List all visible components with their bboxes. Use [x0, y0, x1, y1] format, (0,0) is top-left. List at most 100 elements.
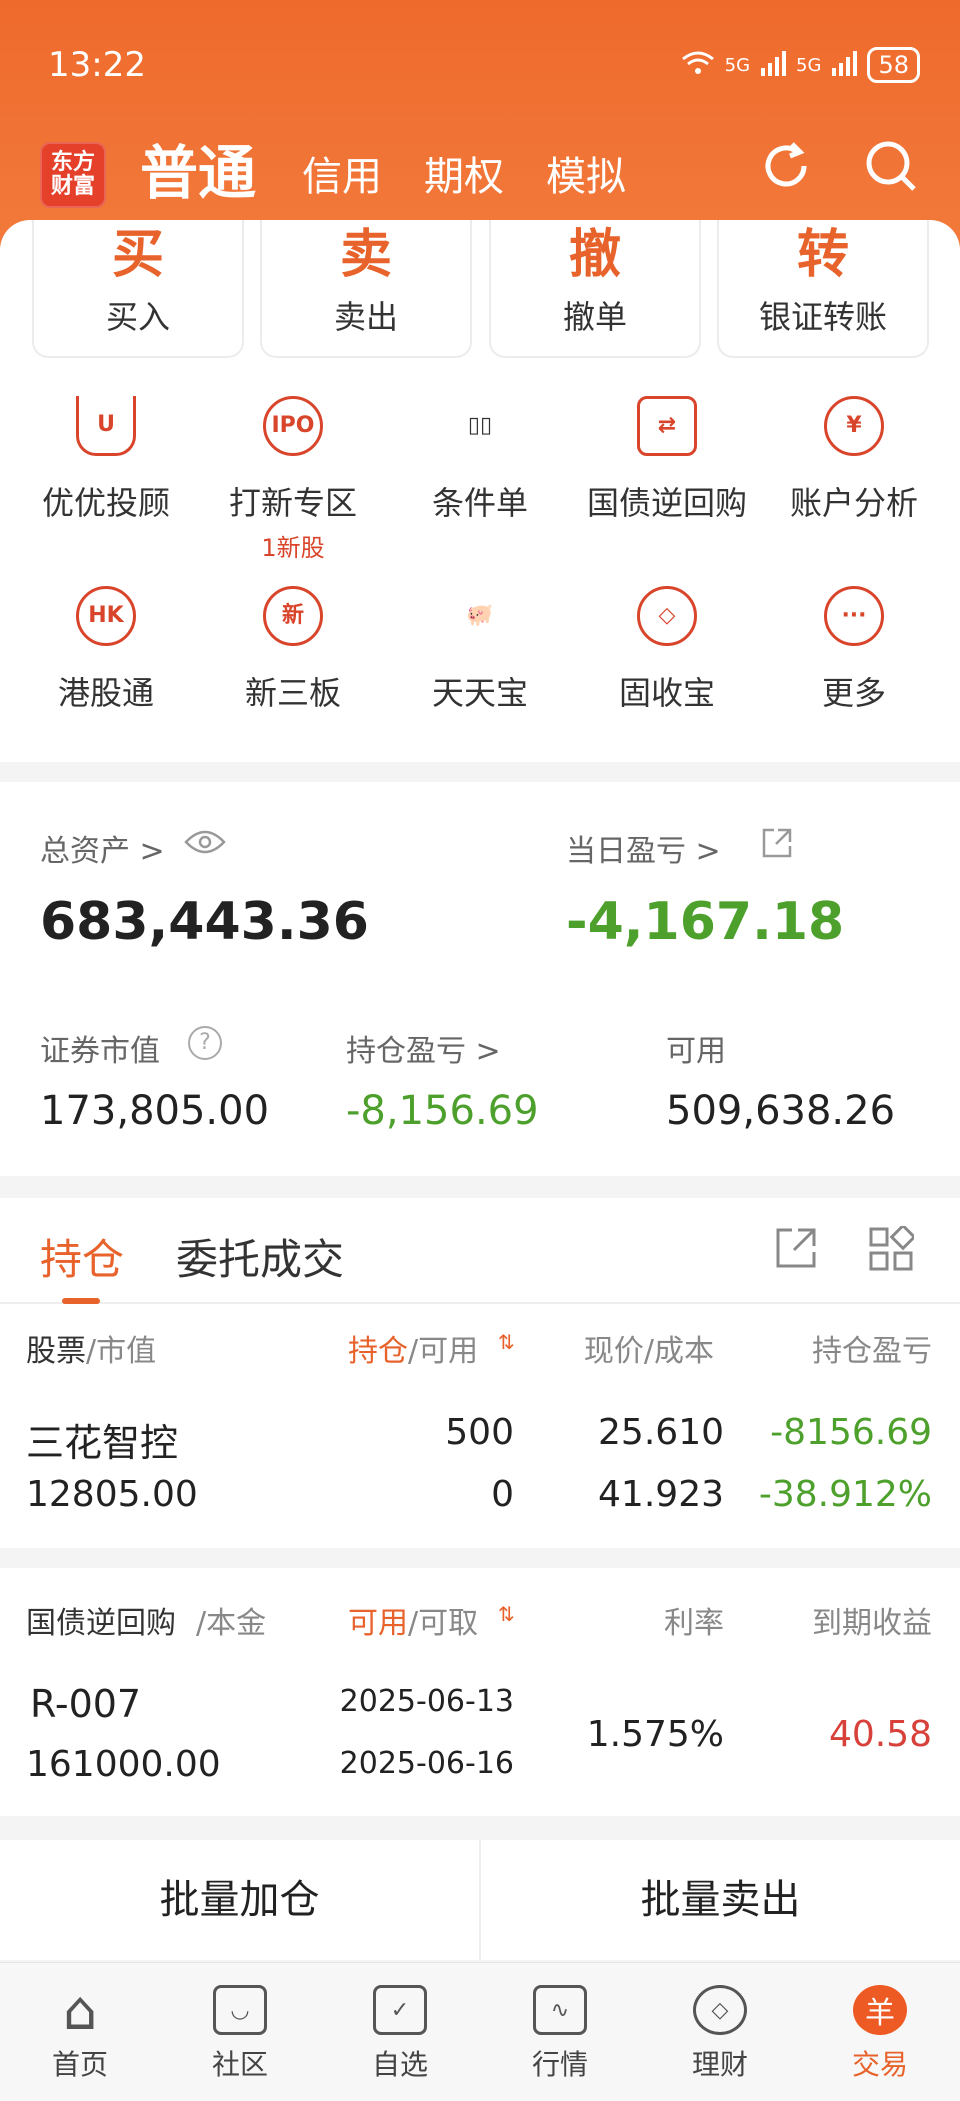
- stock-position: 500: [445, 1412, 514, 1453]
- nav-label: 行情: [531, 2048, 588, 2081]
- search-icon[interactable]: [862, 137, 920, 199]
- repo-code: R-007: [30, 1682, 142, 1726]
- header-repo-available[interactable]: 可用: [348, 1598, 408, 1642]
- sell-glyph: 卖: [339, 225, 392, 285]
- header-available[interactable]: /可用: [408, 1326, 478, 1370]
- market-value: 173,805.00: [40, 1088, 270, 1134]
- nav-market[interactable]: ∿ 行情: [480, 1963, 640, 2101]
- nav-label: 理财: [691, 2048, 748, 2081]
- grid-item-tiantianbao[interactable]: 🐖 天天宝: [385, 586, 575, 714]
- new-board-icon: 新: [263, 586, 323, 646]
- tab-normal[interactable]: 普通: [140, 138, 256, 208]
- bank-transfer-button[interactable]: 转 银证转账: [717, 220, 929, 358]
- cancel-glyph: 撤: [568, 225, 621, 285]
- grid-label: 账户分析: [789, 484, 918, 522]
- nav-wealth[interactable]: ◇ 理财: [640, 1963, 800, 2101]
- signal-icon-2: [831, 50, 858, 81]
- bottom-nav: ⌂ 首页 ◡ 社区 ✓ 自选 ∿ 行情 ◇ 理财 羊 交易: [0, 1962, 960, 2101]
- diamond-icon: ◇: [693, 1985, 747, 2035]
- header-actions: [758, 128, 920, 208]
- header-stock: 股票: [26, 1334, 86, 1369]
- app-logo[interactable]: 东方 财富: [40, 142, 106, 208]
- header-repo: 国债逆回购: [26, 1606, 176, 1641]
- ipo-icon: IPO: [263, 396, 323, 456]
- status-bar: 13:22 5G 5G 58: [48, 40, 920, 90]
- stock-cost: 41.923: [598, 1474, 724, 1515]
- buy-button[interactable]: 买 买入: [32, 220, 244, 358]
- tab-options[interactable]: 期权: [424, 146, 504, 208]
- grid-item-advisor[interactable]: U 优优投顾: [11, 396, 201, 524]
- cancel-label: 撤单: [562, 298, 627, 336]
- header-principal: /本金: [196, 1606, 267, 1641]
- export-icon[interactable]: [774, 1226, 818, 1274]
- sort-icon[interactable]: ⇅: [498, 1602, 515, 1626]
- status-time: 13:22: [48, 45, 146, 85]
- repo-rate: 1.575%: [586, 1714, 724, 1755]
- grid-label: 固收宝: [618, 674, 715, 712]
- header-position[interactable]: 持仓: [348, 1326, 408, 1370]
- grid-item-account-analysis[interactable]: ¥ 账户分析: [759, 396, 949, 524]
- transfer-label: 银证转账: [758, 298, 887, 336]
- grid-label: 更多: [821, 674, 886, 712]
- sell-button[interactable]: 卖 卖出: [260, 220, 472, 358]
- header-withdrawable[interactable]: /可取: [408, 1598, 478, 1642]
- battery-icon: 58: [867, 47, 920, 83]
- daily-pl-label[interactable]: 当日盈亏 >: [566, 826, 721, 870]
- eye-icon[interactable]: [184, 828, 226, 860]
- available-value: 509,638.26: [666, 1088, 896, 1134]
- total-assets-label[interactable]: 总资产 >: [40, 826, 165, 870]
- wifi-icon: [681, 50, 715, 81]
- nav-label: 交易: [851, 2048, 908, 2081]
- grid-item-hk-connect[interactable]: HK 港股通: [11, 586, 201, 714]
- stock-name: 三花智控: [26, 1421, 179, 1465]
- grid-view-icon[interactable]: [868, 1223, 917, 1276]
- holding-pl-label[interactable]: 持仓盈亏 >: [346, 1026, 501, 1070]
- signal-icon: [760, 50, 787, 81]
- sort-icon[interactable]: ⇅: [498, 1330, 515, 1354]
- bag-check-icon: ✓: [373, 1985, 427, 2035]
- nav-trade[interactable]: 羊 交易: [800, 1963, 960, 2101]
- holdings-panel: 持仓 委托成交 股票 /市值 持仓 /可用 ⇅ 现价/成本 持仓盈亏 三花智控 …: [0, 1198, 960, 1548]
- tab-credit[interactable]: 信用: [302, 146, 382, 208]
- share-icon[interactable]: [760, 826, 794, 864]
- stock-pl-percent: -38.912%: [758, 1474, 932, 1515]
- more-icon: ···: [824, 586, 884, 646]
- tab-orders[interactable]: 委托成交: [176, 1226, 344, 1287]
- grid-item-ipo[interactable]: IPO 打新专区 1新股: [198, 396, 388, 563]
- grid-item-fixed-income[interactable]: ◇ 固收宝: [572, 586, 762, 714]
- cancel-order-button[interactable]: 撤 撤单: [489, 220, 701, 358]
- grid-item-reverse-repo[interactable]: ⇄ 国债逆回购: [572, 396, 762, 524]
- refresh-icon[interactable]: [758, 138, 814, 198]
- tab-holdings[interactable]: 持仓: [40, 1226, 124, 1304]
- grid-item-conditional-order[interactable]: ▯▯ 条件单: [385, 396, 575, 524]
- exchange-icon: ⇄: [637, 396, 697, 456]
- hk-icon: HK: [76, 586, 136, 646]
- grid-label: 国债逆回购: [586, 484, 747, 522]
- grid-item-neeq[interactable]: 新 新三板: [198, 586, 388, 714]
- stock-available: 0: [491, 1474, 514, 1515]
- batch-sell-button[interactable]: 批量卖出: [481, 1840, 960, 1960]
- header-market-value: /市值: [86, 1334, 157, 1369]
- nav-community[interactable]: ◡ 社区: [160, 1963, 320, 2101]
- header-holding-pl: 持仓盈亏: [812, 1334, 932, 1369]
- stock-market-value: 12805.00: [26, 1474, 198, 1515]
- grid-label: 港股通: [57, 674, 154, 712]
- piggy-bank-icon: 🐖: [466, 603, 494, 628]
- logo-text-1: 东方: [50, 150, 95, 175]
- grid-label: 天天宝: [431, 674, 528, 712]
- header-maturity-income: 到期收益: [812, 1606, 932, 1641]
- network-label-2: 5G: [796, 54, 822, 76]
- nav-label: 自选: [371, 2048, 428, 2081]
- batch-add-button[interactable]: 批量加仓: [0, 1840, 481, 1960]
- help-icon[interactable]: ?: [188, 1026, 222, 1060]
- available-label: 可用: [666, 1034, 726, 1069]
- repo-date-available: 2025-06-13: [339, 1684, 514, 1719]
- nav-home[interactable]: ⌂ 首页: [0, 1963, 160, 2101]
- repo-income: 40.58: [828, 1714, 932, 1755]
- repo-principal: 161000.00: [26, 1744, 221, 1785]
- nav-watchlist[interactable]: ✓ 自选: [320, 1963, 480, 2101]
- tab-simulation[interactable]: 模拟: [546, 146, 626, 208]
- grid-item-more[interactable]: ··· 更多: [759, 586, 949, 714]
- nav-label: 首页: [51, 2048, 108, 2081]
- header-rate: 利率: [664, 1606, 724, 1641]
